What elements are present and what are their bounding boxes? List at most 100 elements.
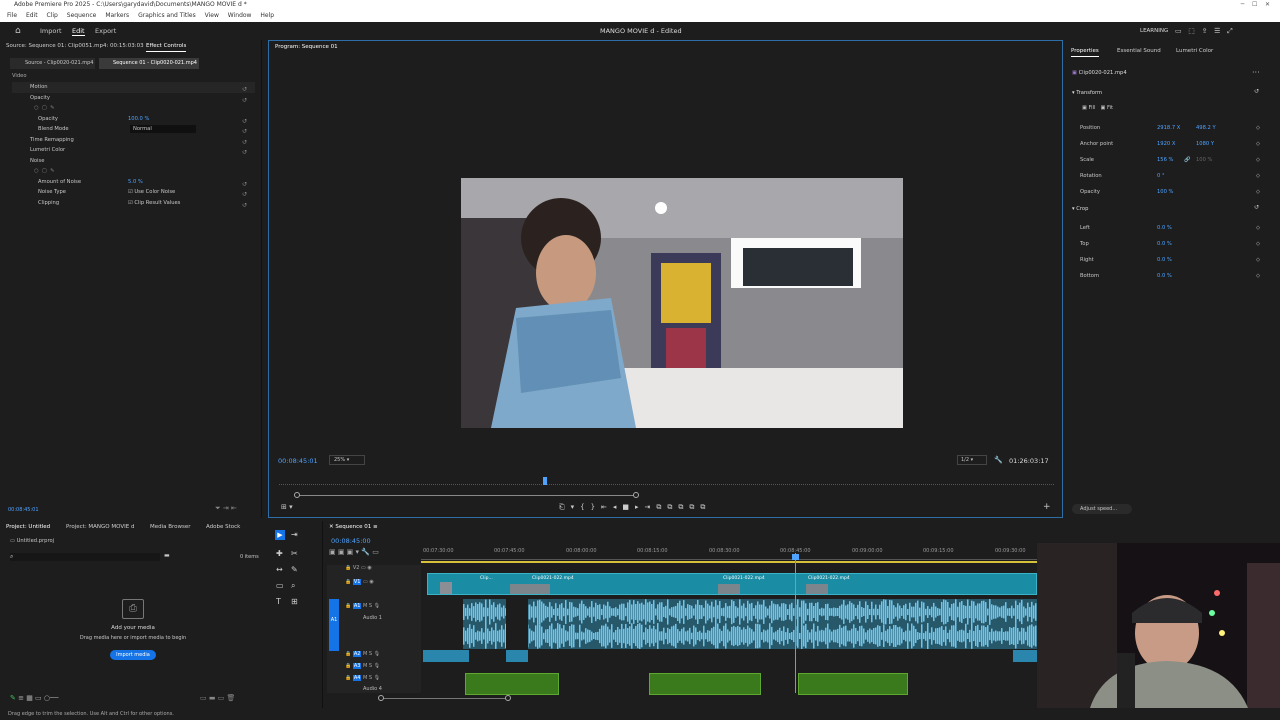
tab-properties[interactable]: Properties [1071,45,1099,57]
opacity-value-prop[interactable]: 100 % [1157,184,1173,200]
track-a1[interactable]: 🔒 A1 M S 🎙 [345,603,380,609]
mask-tools[interactable]: ○ ▢ ✎ [12,103,255,114]
selection-tool-icon[interactable]: ▶ [275,530,285,540]
add-button-icon[interactable]: + [1043,502,1051,512]
transport-controls[interactable]: ⎗▾{}⇤◂■▸⇥⧉⧉⧉⧉⧉ [559,503,711,512]
keyframe-icon[interactable]: ◇ [1256,184,1260,200]
keyframe-icon[interactable]: ◇ [1256,236,1260,252]
effect-lumetri[interactable]: Lumetri Color [12,145,255,156]
more-options-icon[interactable]: ··· [1252,68,1260,77]
scroll-handle-left[interactable] [378,695,384,701]
crop-bottom-value[interactable]: 0.0 % [1157,268,1172,284]
tab-project-mango[interactable]: Project: MANGO MOVIE d [66,521,134,533]
menu-markers[interactable]: Markers [105,12,129,19]
tab-import[interactable]: Import [40,22,62,40]
program-zoom-bar[interactable] [297,495,637,496]
zoom-handle-right[interactable] [633,492,639,498]
video-clip-strip[interactable]: Clip0021-022.mp4 Clip0021-022.mp4 Clip00… [427,573,1037,595]
adjust-speed-button[interactable]: Adjust speed... [1072,504,1132,514]
tab-essential-sound[interactable]: Essential Sound [1117,45,1161,57]
tab-lumetri-color[interactable]: Lumetri Color [1176,45,1213,57]
sequence-clip-tab[interactable]: Sequence 01 - Clip0020-021.mp4 [99,58,199,69]
position-x[interactable]: 2918.7 X [1157,120,1180,136]
audio-clip-a1[interactable] [463,599,1037,649]
track-a4[interactable]: 🔒 A4 M S 🎙 [345,675,380,681]
zoom-handle-left[interactable] [294,492,300,498]
reset-icons[interactable]: ↺ ↺ ↺ ↺ ↺ ↺ ↺ ↺ ↺ [242,85,250,211]
project-bottom-icons[interactable]: ▭ ▬ ▭ 🗑 [200,694,235,702]
keyframe-icon[interactable]: ◇ [1256,268,1260,284]
timeline-toolbar[interactable]: ▣ ▣ ▣ ▾ 🔧 ▭ [329,548,379,556]
track-v2[interactable]: 🔒 V2 ▭ ◉ [345,565,372,571]
effect-noise[interactable]: Noise [12,156,255,167]
crop-left-value[interactable]: 0.0 % [1157,220,1172,236]
keyframe-icon[interactable]: ◇ [1256,120,1260,136]
program-playhead[interactable] [543,477,547,485]
playhead-handle[interactable] [792,554,799,560]
opacity-value[interactable]: 100.0 % [128,114,149,125]
clipping-param[interactable]: Clipping ☑ Clip Result Values [12,198,255,209]
effect-time-remapping[interactable]: Time Remapping [12,135,255,146]
tool-icons-col1[interactable]: ✚ ↔ ▭ T [276,546,284,610]
keyframe-icon[interactable]: ◇ [1256,220,1260,236]
audio-clip-a2[interactable] [1013,650,1037,662]
anchor-x[interactable]: 1920 X [1157,136,1175,152]
track-a3[interactable]: 🔒 A3 M S 🎙 [345,663,380,669]
noise-amount-value[interactable]: 5.0 % [128,177,143,188]
position-y[interactable]: 498.2 Y [1196,120,1216,136]
work-area-bar[interactable] [421,561,1037,563]
transform-reset-icon[interactable]: ↺ [1254,88,1259,95]
track-select-icon[interactable]: ⇥ [291,530,298,539]
blend-mode-select[interactable]: Normal [130,125,196,133]
menu-file[interactable]: File [7,12,17,19]
blend-mode-param[interactable]: Blend Mode Normal [12,124,255,135]
effect-motion[interactable]: Motion [12,82,255,93]
effect-controls-timecode[interactable]: 00:08:45:01 [8,507,39,513]
rotation-value[interactable]: 0 ° [1157,168,1165,184]
menu-help[interactable]: Help [260,12,274,19]
menu-graphics[interactable]: Graphics and Titles [138,12,196,19]
menu-clip[interactable]: Clip [47,12,58,19]
project-toolbar[interactable]: ✎ ≡ ▦ ▭ ○── [10,694,58,702]
track-a2[interactable]: 🔒 A2 M S 🎙 [345,651,380,657]
opacity-param[interactable]: Opacity 100.0 % [12,114,255,125]
color-noise-checkbox[interactable]: ☑ Use Color Noise [128,187,175,198]
menu-window[interactable]: Window [228,12,252,19]
tab-adobe-stock[interactable]: Adobe Stock [206,521,240,533]
source-clip-tab[interactable]: Source - Clip0020-021.mp4 [10,58,95,69]
home-icon[interactable]: ⌂ [15,22,21,40]
source-monitor-tab[interactable]: Source: Sequence 01: Clip0051.mp4: 00:15… [6,40,144,52]
audio-clip-a3[interactable] [798,673,908,695]
workspace-icons[interactable]: ▭ ⬚ ⇪ ☰ ⤢ [1175,22,1233,40]
noise-type-param[interactable]: Noise Type ☑ Use Color Noise [12,187,255,198]
program-timecode[interactable]: 00:08:45:01 [278,457,318,465]
tab-media-browser[interactable]: Media Browser [150,521,191,533]
scroll-handle-right[interactable] [505,695,511,701]
timeline-timecode[interactable]: 00:08:45:00 [331,537,371,545]
project-search-input[interactable]: ⌕ [10,553,160,561]
pen-icon[interactable]: ✎ [10,694,16,702]
timeline-playhead[interactable] [795,553,796,693]
video-frame[interactable] [461,178,903,428]
keyframe-icon[interactable]: ◇ [1256,168,1260,184]
timeline-scrollbar[interactable] [381,698,507,699]
keyframe-icon[interactable]: ◇ [1256,136,1260,152]
scale-value[interactable]: 156 % [1157,152,1173,168]
tab-edit[interactable]: Edit [72,22,85,36]
export-frame-icon[interactable]: ⊞ ▾ [281,503,293,511]
tab-export[interactable]: Export [95,22,116,40]
crop-right-value[interactable]: 0.0 % [1157,252,1172,268]
audio-clip-a3[interactable] [649,673,761,695]
tool-icons-col2[interactable]: ✂ ✎ ⌕ ⊞ [291,546,298,610]
crop-section[interactable]: ▾ Crop [1072,204,1088,215]
tab-project-untitled[interactable]: Project: Untitled [6,521,50,533]
audio-clip-a3[interactable] [465,673,559,695]
menu-sequence[interactable]: Sequence [67,12,97,19]
program-ruler[interactable] [279,479,1054,485]
keyframe-icon[interactable]: ◇ [1256,152,1260,168]
timeline-tab[interactable]: ✕ Sequence 01 ≡ [329,521,378,533]
learning-workspace[interactable]: LEARNING [1140,22,1168,40]
fill-fit-buttons[interactable]: ▣ Fill ▣ Fit [1082,103,1113,114]
audio-clip-a2[interactable] [506,650,528,662]
new-bin-icon[interactable]: ▬ [164,552,170,559]
